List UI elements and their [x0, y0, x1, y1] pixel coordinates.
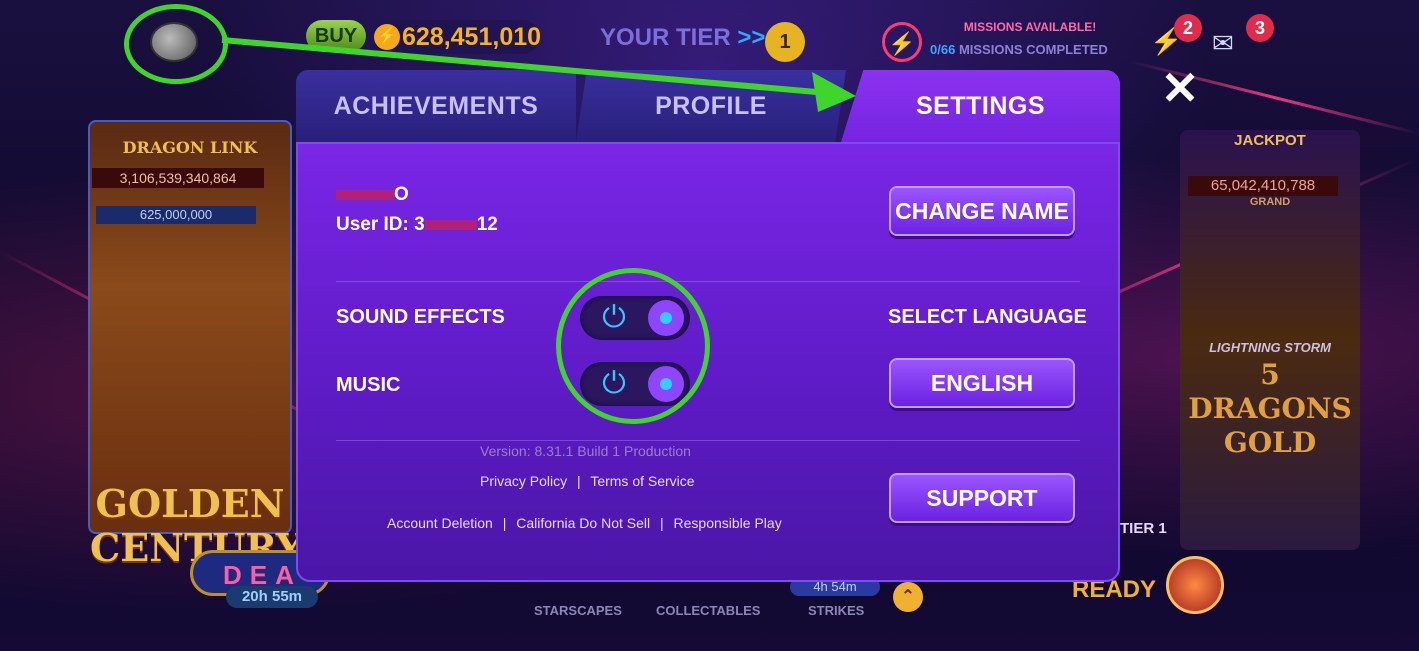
separator: |: [502, 515, 507, 531]
missions-completed-label: MISSIONS COMPLETED: [958, 42, 1108, 57]
annotation-circle: [124, 4, 228, 84]
legal-links-row-1: Privacy Policy | Terms of Service: [480, 473, 695, 489]
expand-up-icon[interactable]: ⌃: [893, 582, 923, 612]
language-select-button[interactable]: ENGLISH: [889, 358, 1075, 408]
coin-balance-value: 628,451,010: [402, 23, 542, 51]
california-do-not-sell-link[interactable]: California Do Not Sell: [516, 515, 650, 531]
tier-label[interactable]: YOUR TIER >>: [600, 24, 765, 52]
grand-label: GRAND: [1249, 196, 1291, 208]
nav-collectables[interactable]: COLLECTABLES: [656, 603, 760, 618]
jackpot-value: 65,042,410,788: [1188, 176, 1338, 196]
buy-button[interactable]: BUY: [306, 20, 366, 52]
missions-bolt-icon[interactable]: ⚡: [882, 22, 922, 62]
redacted-block: [336, 189, 394, 200]
user-id-suffix: 12: [476, 214, 498, 235]
deal-timer: 20h 55m: [226, 586, 318, 608]
select-language-label: SELECT LANGUAGE: [888, 306, 1087, 328]
close-icon[interactable]: ✕: [1158, 65, 1202, 111]
tier-badge: 1: [765, 22, 805, 62]
game-brand: DRAGON LINK: [122, 138, 258, 157]
responsible-play-link[interactable]: Responsible Play: [674, 515, 782, 531]
tier-arrows: >>: [737, 24, 766, 51]
missions-panel[interactable]: MISSIONS AVAILABLE! 0/66 MISSIONS COMPLE…: [930, 20, 1130, 57]
missions-count: 0/66: [930, 42, 956, 57]
divider: [336, 281, 1080, 282]
missions-available-text: MISSIONS AVAILABLE!: [963, 20, 1097, 34]
tier-label-text: YOUR TIER: [600, 24, 731, 51]
sound-effects-label: SOUND EFFECTS: [336, 306, 505, 328]
account-deletion-link[interactable]: Account Deletion: [387, 515, 493, 531]
tab-profile[interactable]: PROFILE: [576, 70, 846, 142]
mail-icon[interactable]: ✉: [1212, 28, 1250, 58]
missions-completed-text: 0/66 MISSIONS COMPLETED: [930, 42, 1130, 57]
divider: [336, 440, 1080, 441]
support-button[interactable]: SUPPORT: [889, 473, 1075, 523]
user-id-prefix: User ID: 3: [336, 214, 425, 235]
redacted-block: [424, 219, 477, 230]
tab-achievements[interactable]: ACHIEVEMENTS: [296, 70, 576, 142]
jackpot-value: 3,106,539,340,864: [92, 168, 264, 188]
terms-of-service-link[interactable]: Terms of Service: [590, 473, 694, 489]
tier-label: TIER 1: [1120, 520, 1167, 537]
game-title: 5 DRAGONS GOLD: [1188, 358, 1352, 459]
annotation-circle: [556, 268, 710, 424]
coin-balance: ⚡ 628,451,010: [370, 20, 542, 54]
lightning-coin-icon: ⚡: [374, 24, 400, 50]
user-name-text: O: [394, 184, 409, 205]
jackpot-label: JACKPOT: [1234, 132, 1306, 149]
tab-settings[interactable]: SETTINGS: [841, 70, 1120, 142]
bonus-wheel-icon[interactable]: [1166, 556, 1224, 614]
music-label: MUSIC: [336, 374, 401, 396]
minor-jackpot-value: 625,000,000: [96, 206, 256, 224]
user-id: User ID: 3 12: [336, 214, 498, 236]
game-brand: LIGHTNING STORM: [1209, 340, 1331, 355]
version-text: Version: 8.31.1 Build 1 Production: [480, 443, 691, 459]
separator: |: [577, 473, 581, 489]
nav-strikes[interactable]: STRIKES: [808, 603, 864, 618]
privacy-policy-link[interactable]: Privacy Policy: [480, 473, 567, 489]
notification-badge: 3: [1246, 14, 1274, 42]
notification-badge: 2: [1174, 14, 1202, 42]
user-name: O: [336, 184, 409, 206]
legal-links-row-2: Account Deletion | California Do Not Sel…: [387, 515, 782, 531]
separator: |: [660, 515, 664, 531]
change-name-button[interactable]: CHANGE NAME: [889, 186, 1075, 236]
nav-starscapes[interactable]: STARSCAPES: [534, 603, 622, 618]
